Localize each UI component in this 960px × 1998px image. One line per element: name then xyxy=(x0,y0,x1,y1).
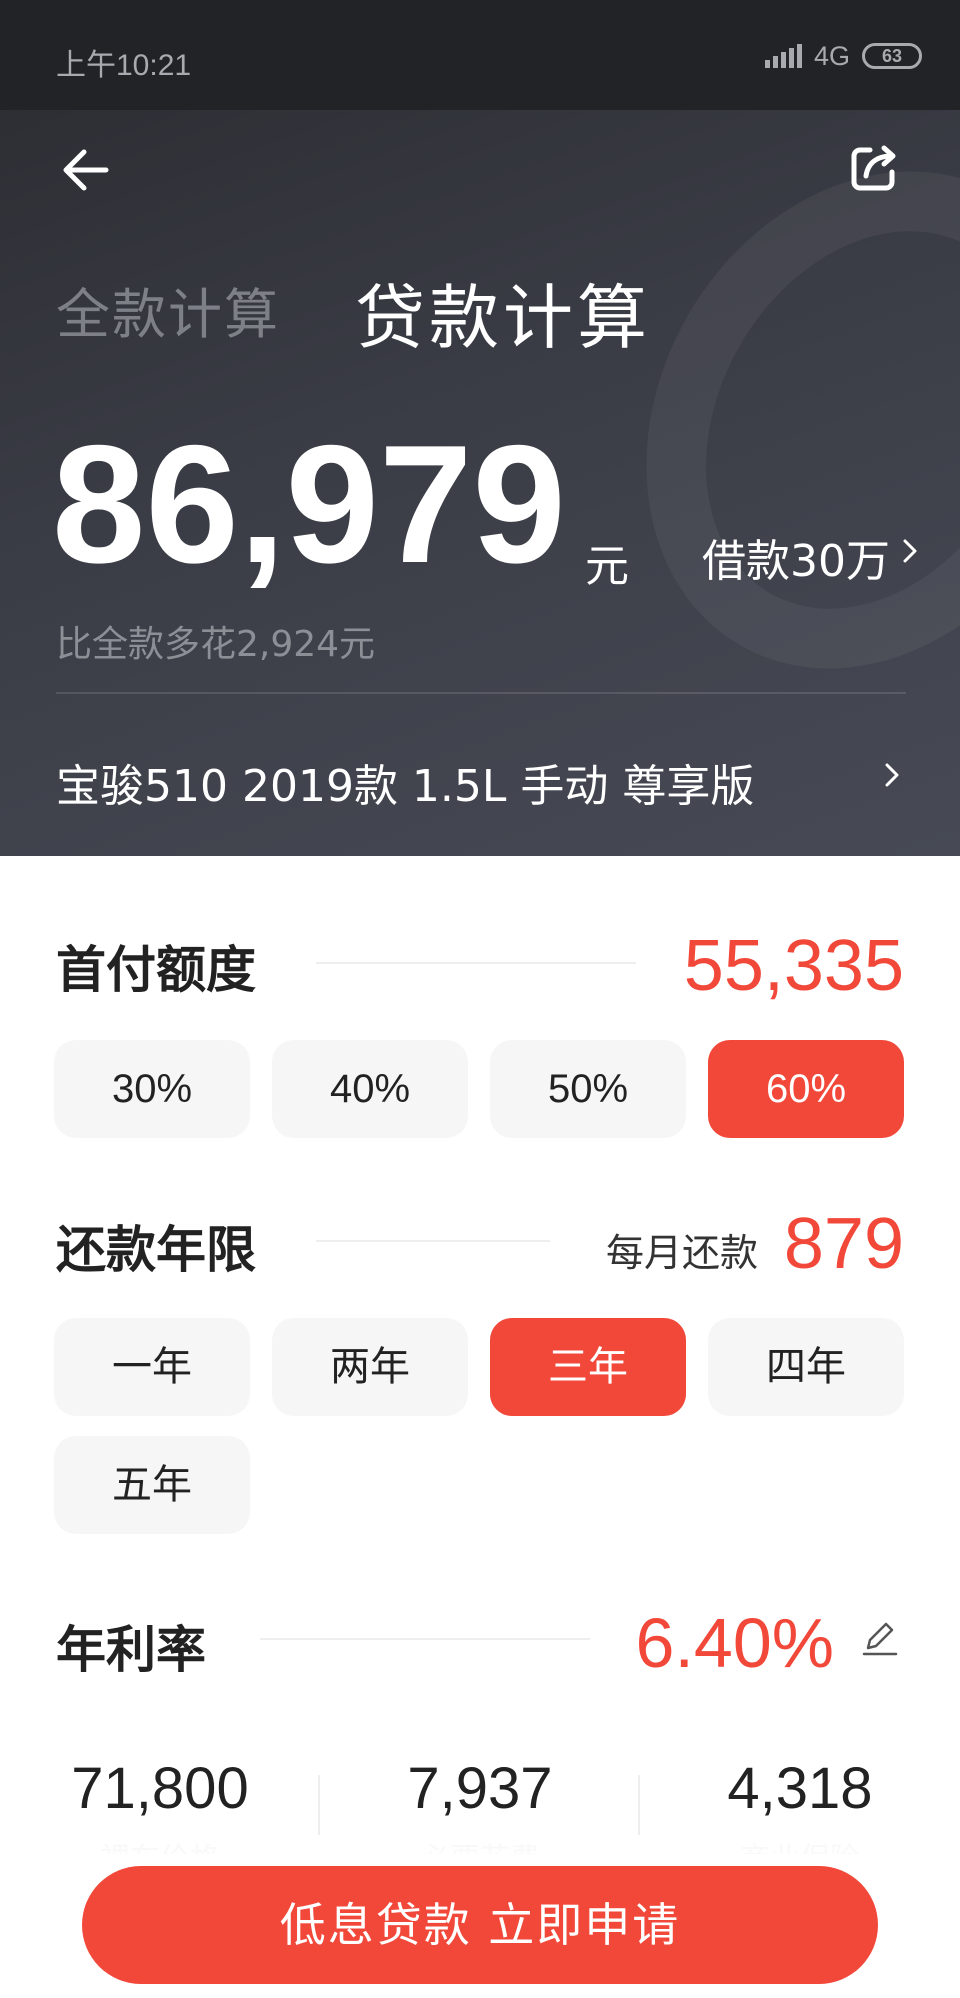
monthly-payment-label: 每月还款 xyxy=(605,1231,758,1275)
status-time: 上午10:21 xyxy=(56,49,192,82)
section-divider xyxy=(260,1638,590,1640)
rate-value: 6.40% xyxy=(635,1604,834,1682)
tab-loan[interactable]: 贷款计算 xyxy=(355,262,651,363)
chevron-right-icon[interactable] xyxy=(900,536,920,566)
edit-pencil-icon[interactable] xyxy=(860,1618,900,1658)
stat-value: 71,800 xyxy=(71,1756,249,1821)
extra-cost-note: 比全款多花2,924元 xyxy=(56,624,376,665)
section-divider xyxy=(316,962,636,964)
tab-full-payment[interactable]: 全款计算 xyxy=(56,270,280,349)
down-payment-option-selected[interactable]: 60% xyxy=(708,1040,904,1138)
back-arrow-icon[interactable] xyxy=(56,140,116,200)
header-divider xyxy=(56,692,906,694)
monthly-payment-value: 879 xyxy=(783,1204,904,1284)
chevron-right-icon[interactable] xyxy=(882,760,902,790)
share-icon[interactable] xyxy=(846,140,902,196)
term-option[interactable]: 五年 xyxy=(54,1436,250,1534)
stat-value: 7,937 xyxy=(407,1756,553,1821)
down-payment-option[interactable]: 40% xyxy=(272,1040,468,1138)
term-title: 还款年限 xyxy=(56,1221,256,1279)
term-option[interactable]: 一年 xyxy=(54,1318,250,1416)
down-payment-option[interactable]: 30% xyxy=(54,1040,250,1138)
status-bar: 上午10:21 4G 63 xyxy=(0,0,960,110)
signal-icon xyxy=(764,44,802,68)
car-model-selector[interactable]: 宝骏510 2019款 1.5L 手动 尊享版 xyxy=(56,750,754,814)
battery-icon: 63 xyxy=(862,43,922,69)
total-amount: 86,979 xyxy=(52,410,566,598)
stat-value: 4,318 xyxy=(727,1756,873,1821)
term-option[interactable]: 两年 xyxy=(272,1318,468,1416)
term-option-selected[interactable]: 三年 xyxy=(490,1318,686,1416)
down-payment-value: 55,335 xyxy=(683,926,904,1006)
term-option[interactable]: 四年 xyxy=(708,1318,904,1416)
apply-loan-button[interactable]: 低息贷款 立即申请 xyxy=(82,1866,878,1984)
section-divider xyxy=(316,1240,550,1242)
header-panel: 上午10:21 4G 63 全款计算 贷款计算 86,979 元 借款30万 比… xyxy=(0,0,960,856)
network-type: 4G xyxy=(813,40,850,71)
down-payment-title: 首付额度 xyxy=(56,941,256,999)
rate-title: 年利率 xyxy=(56,1621,206,1679)
amount-unit: 元 xyxy=(585,541,629,592)
loan-amount-link[interactable]: 借款30万 xyxy=(702,525,890,589)
status-indicators: 4G 63 xyxy=(764,40,922,72)
down-payment-option[interactable]: 50% xyxy=(490,1040,686,1138)
